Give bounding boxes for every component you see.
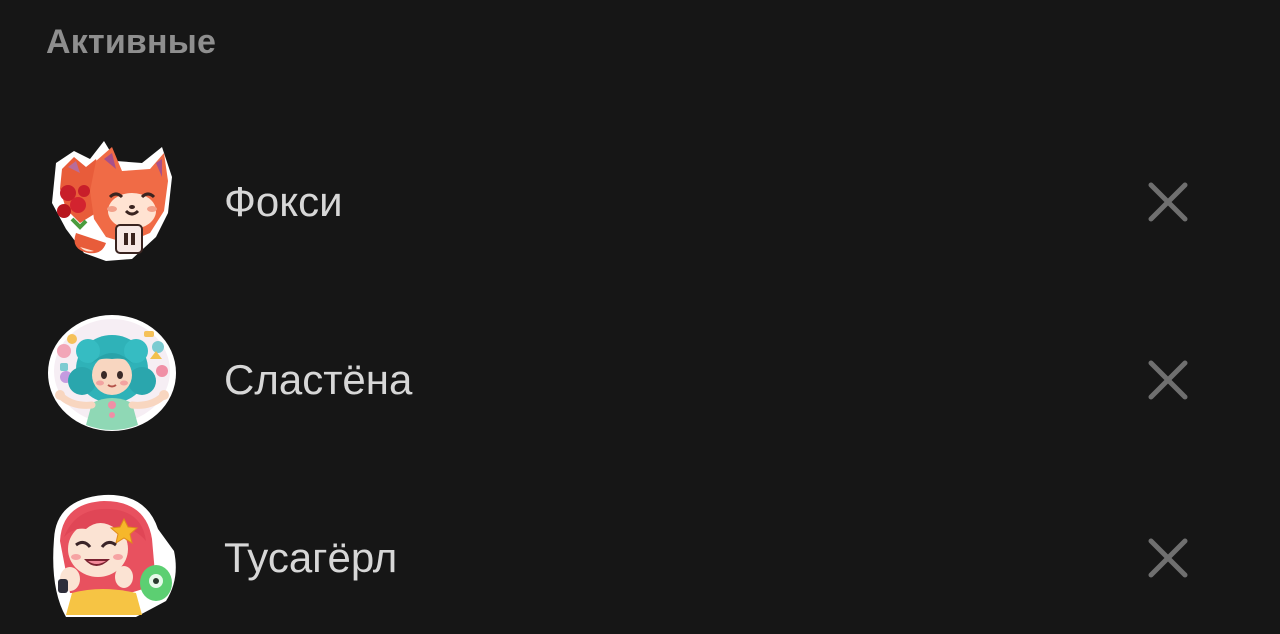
party-girl-sticker-icon [46, 489, 178, 621]
list-item-party-girl[interactable]: Тусагёрл [0, 469, 1280, 634]
pack-name-party-girl: Тусагёрл [224, 534, 398, 581]
section-title-active: Активные [46, 23, 217, 61]
close-icon [1148, 182, 1188, 222]
foxy-sticker-icon [46, 133, 178, 265]
close-icon [1148, 538, 1188, 578]
active-sticker-pack-list: Фокси Сластёна Тусагёрл [0, 113, 1280, 634]
remove-pack-button[interactable] [1136, 526, 1200, 590]
list-item-sweet-tooth[interactable]: Сластёна [0, 291, 1280, 469]
sticker-packs-screen: Активные Фокси Сластёна Тусагёрл [0, 0, 1280, 634]
pack-name-foxy: Фокси [224, 178, 343, 225]
pack-name-sweet-tooth: Сластёна [224, 356, 413, 403]
close-icon [1148, 360, 1188, 400]
remove-pack-button[interactable] [1136, 170, 1200, 234]
list-item-foxy[interactable]: Фокси [0, 113, 1280, 291]
sweet-tooth-sticker-icon [46, 311, 178, 443]
remove-pack-button[interactable] [1136, 348, 1200, 412]
